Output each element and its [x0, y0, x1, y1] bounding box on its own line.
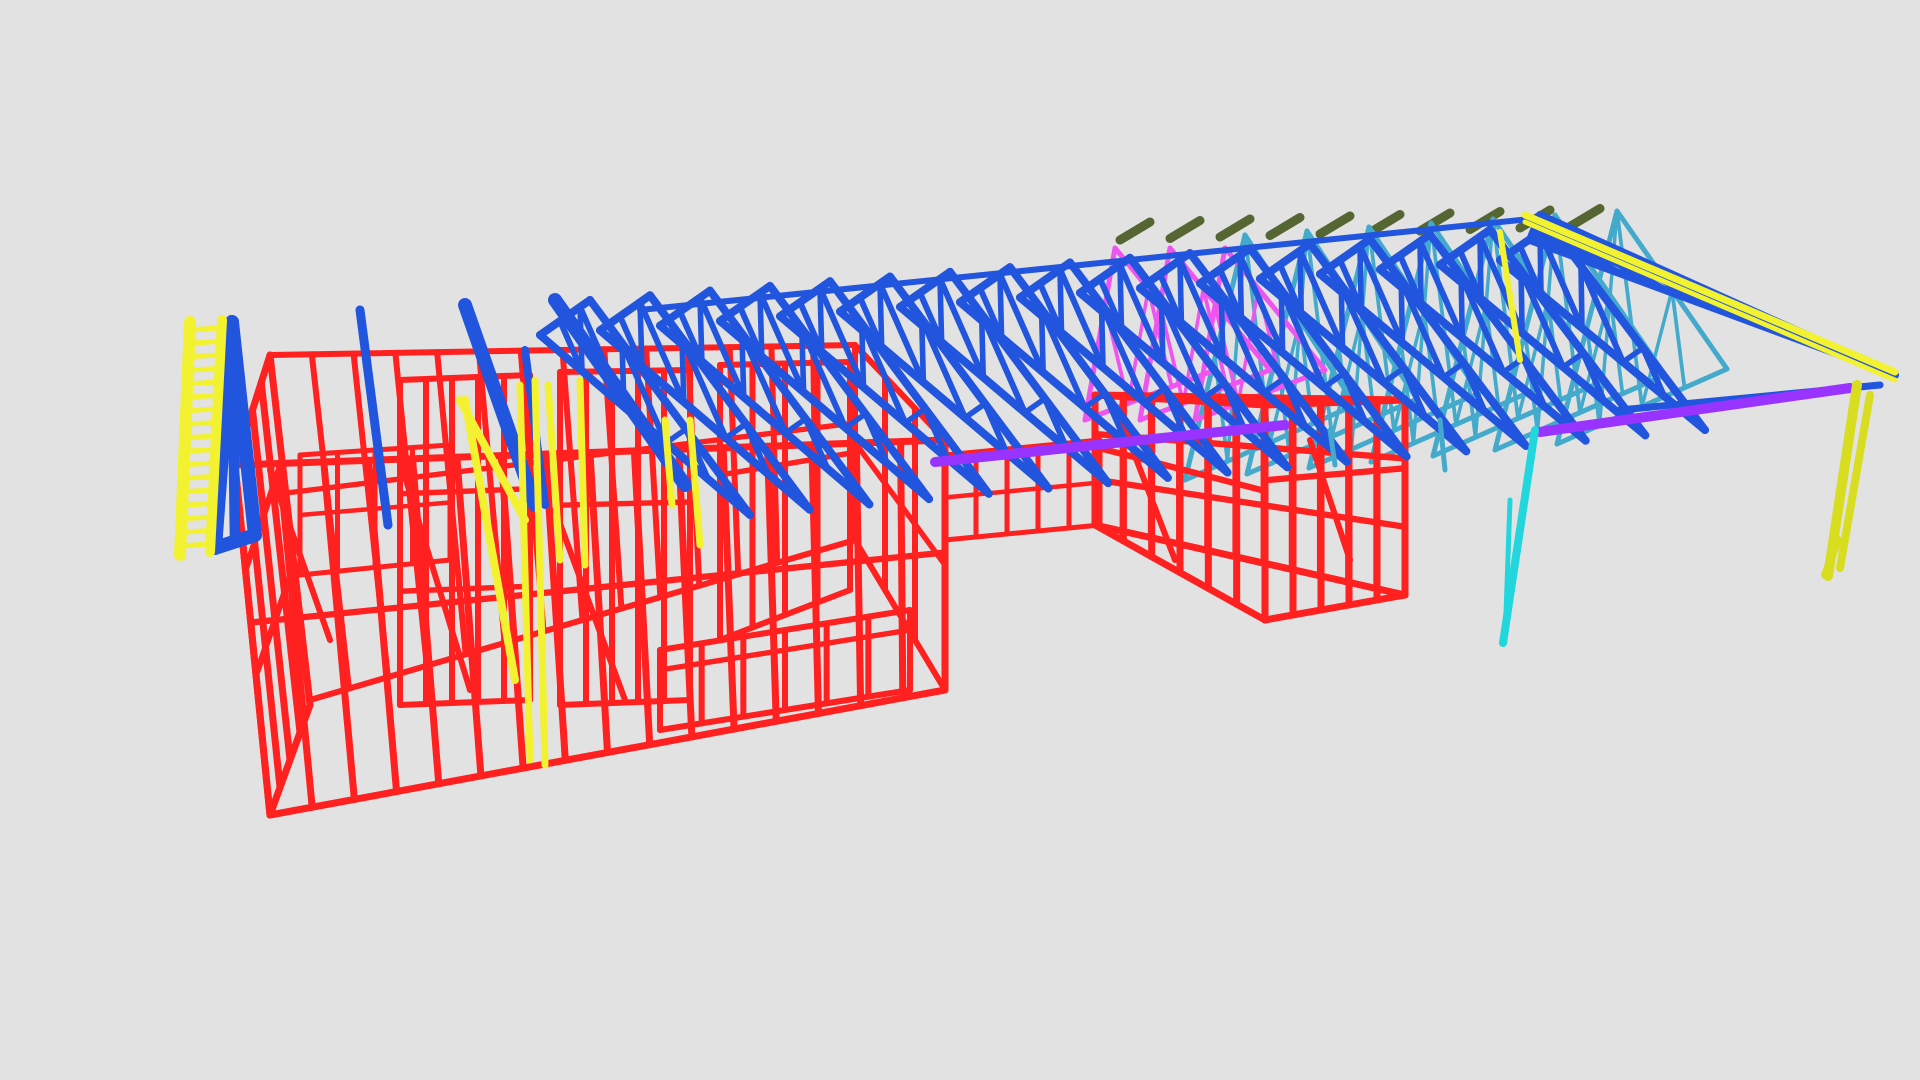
truss-web: [1022, 395, 1048, 416]
ladder-rung: [176, 528, 213, 535]
truss-web: [226, 316, 241, 547]
ladder-rung: [183, 339, 221, 346]
ladder-rung: [177, 487, 215, 495]
wall-bottom-plate: [1261, 591, 1409, 624]
ladder-rung: [179, 433, 217, 441]
ladder-rung: [178, 460, 216, 468]
truss-web: [230, 530, 260, 547]
jamb-stud: [531, 376, 549, 769]
ladder-rung: [182, 352, 221, 360]
3d-viewport[interactable]: [0, 0, 1920, 1080]
ladder-rung: [175, 541, 212, 549]
wall-bottom-plate: [397, 697, 533, 708]
ladder-rung: [176, 514, 214, 522]
wall-top-plate: [397, 372, 533, 383]
ladder-rung: [180, 406, 218, 414]
wall-bottom-plate: [1091, 521, 1409, 599]
rear-truss-top: [1165, 216, 1205, 243]
rear-truss-top: [1565, 204, 1605, 231]
ladder-rung: [178, 474, 215, 481]
rear-truss-top: [1265, 213, 1305, 240]
ladder-rung: [182, 366, 220, 373]
ladder-rung: [181, 393, 219, 400]
wall-stud: [586, 449, 611, 756]
jamb-stud: [576, 376, 589, 569]
rear-truss-top: [1115, 217, 1155, 245]
ladder-rung: [180, 420, 218, 427]
rear-truss-top: [1315, 211, 1355, 239]
steel-frame-model-render: [174, 204, 1899, 819]
wall-noggin: [942, 480, 1103, 500]
ladder-rung: [179, 447, 217, 454]
ladder-rung: [177, 501, 214, 508]
ladder-rung: [183, 325, 222, 333]
truss-web: [1682, 367, 1729, 390]
truss-web: [962, 400, 988, 421]
ladder-rung: [181, 379, 220, 387]
wall-bottom-plate: [942, 522, 1103, 543]
